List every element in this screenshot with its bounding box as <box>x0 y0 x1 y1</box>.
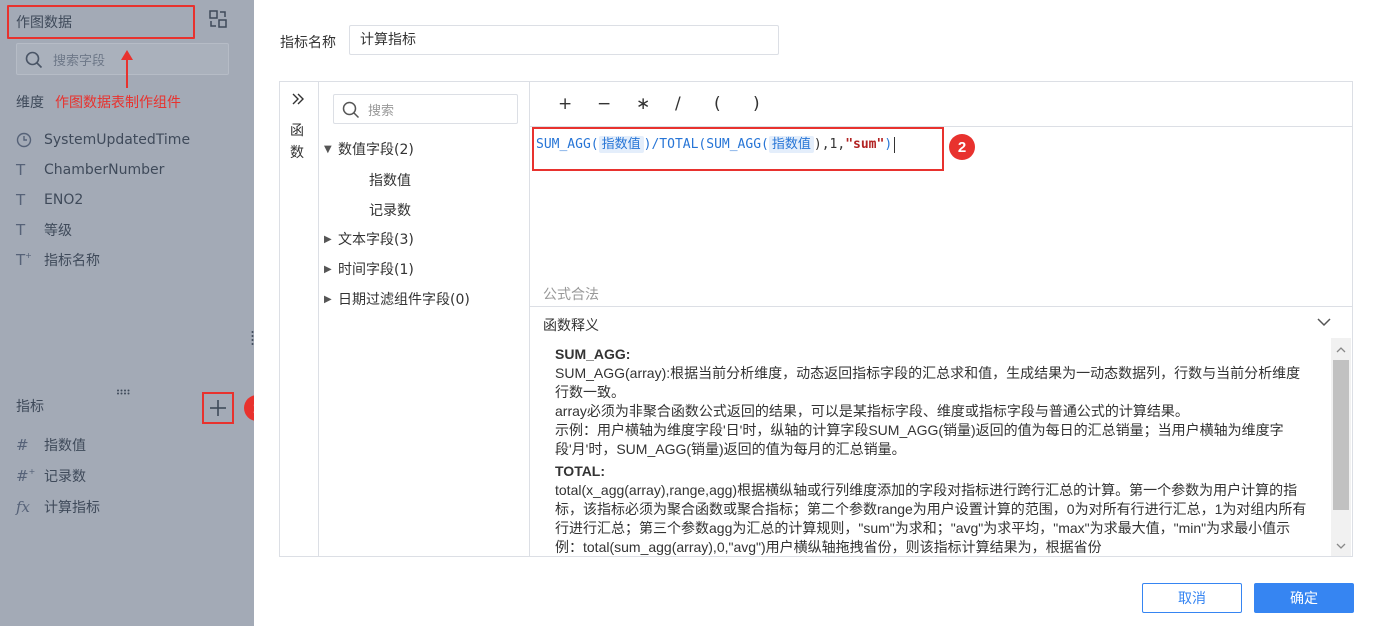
cancel-button[interactable]: 取消 <box>1142 583 1242 613</box>
text-type-icon: T <box>16 221 26 239</box>
search-placeholder: 搜索字段 <box>53 54 106 69</box>
calculated-measure-dialog: 指标名称 计算指标 函数 搜索 ▼ 数值字段(2) 指数值 记录数 ▶ 文本字段… <box>254 0 1378 626</box>
function-panel-toggle[interactable]: 函数 <box>280 82 319 556</box>
tree-item[interactable]: 记录数 <box>369 200 411 220</box>
annotation-arrow-icon <box>121 50 133 88</box>
dimension-item[interactable]: T 等级 <box>16 218 72 242</box>
dimension-item[interactable]: T + 指标名称 <box>16 248 100 272</box>
dimension-item[interactable]: SystemUpdatedTime <box>16 128 190 152</box>
measure-section-label: 指标 <box>16 399 44 415</box>
formula-input[interactable]: SUM_AGG(指数值)/TOTAL(SUM_AGG(指数值),1,"sum") <box>536 135 896 155</box>
measure-item[interactable]: # + 记录数 <box>16 464 86 488</box>
scrollbar-thumb[interactable] <box>1333 360 1349 510</box>
caret-right-icon: ▶ <box>324 263 332 275</box>
caret-down-icon: ▼ <box>324 143 332 155</box>
annotation-box-title <box>7 5 195 39</box>
annotation-text: 作图数据表制作组件 <box>55 95 181 111</box>
formula-area: + − ∗ / ( ) SUM_AGG(指数值)/TOTAL(SUM_AGG(指… <box>530 82 1352 556</box>
hash-icon: # <box>16 436 29 454</box>
add-measure-button[interactable] <box>202 392 234 424</box>
horizontal-resize-handle[interactable] <box>116 383 130 395</box>
caret-right-icon: ▶ <box>324 233 332 245</box>
text-type-icon: T <box>16 161 26 179</box>
operator-toolbar: + − ∗ / ( ) <box>558 94 792 114</box>
divider <box>530 306 1352 307</box>
hash-plus-icon: # + <box>16 467 36 485</box>
formula-field-token[interactable]: 指数值 <box>768 136 814 153</box>
text-cursor <box>894 136 896 153</box>
measure-name-input[interactable]: 计算指标 <box>349 25 779 55</box>
formula-editor: 函数 搜索 ▼ 数值字段(2) 指数值 记录数 ▶ 文本字段(3) ▶ 时间字段… <box>279 81 1353 557</box>
function-explanation-text: SUM_AGG: SUM_AGG(array):根据当前分析维度，动态返回指标字… <box>555 346 1307 555</box>
double-chevron-right-icon <box>291 92 305 110</box>
measure-item[interactable]: # 指数值 <box>16 433 86 457</box>
chevron-down-icon[interactable] <box>1316 314 1332 334</box>
dimension-item[interactable]: T ChamberNumber <box>16 158 164 182</box>
search-placeholder: 搜索 <box>368 104 395 119</box>
text-type-icon: T <box>16 191 26 209</box>
formula-valid-status: 公式合法 <box>543 287 599 303</box>
switch-dataset-icon[interactable] <box>208 9 228 29</box>
clock-icon <box>16 132 36 148</box>
dimension-item[interactable]: T ENO2 <box>16 188 83 212</box>
tree-group-numeric[interactable]: ▼ 数值字段(2) <box>324 138 414 160</box>
field-tree-search-input[interactable]: 搜索 <box>333 94 518 124</box>
operator-plus-button[interactable]: + <box>558 94 597 114</box>
operator-close-paren-button[interactable]: ) <box>753 94 792 114</box>
caret-right-icon: ▶ <box>324 293 332 305</box>
data-panel: 作图数据 搜索字段 作图数据表制作组件 维度 SystemUpdatedTime… <box>0 0 270 626</box>
tree-group-time[interactable]: ▶ 时间字段(1) <box>324 258 414 280</box>
operator-minus-button[interactable]: − <box>597 94 636 114</box>
measure-name-label: 指标名称 <box>280 35 336 51</box>
operator-divide-button[interactable]: / <box>675 94 714 114</box>
confirm-button[interactable]: 确定 <box>1254 583 1354 613</box>
measure-item[interactable]: fx 计算指标 <box>16 495 100 519</box>
function-explanation-title: 函数释义 <box>543 318 599 334</box>
annotation-marker-2: 2 <box>949 134 975 160</box>
function-label: 函数 <box>290 123 304 161</box>
explanation-scrollbar[interactable] <box>1331 338 1351 556</box>
tree-item[interactable]: 指数值 <box>369 170 411 190</box>
operator-open-paren-button[interactable]: ( <box>714 94 753 114</box>
dimension-section-label: 维度 <box>16 95 44 111</box>
formula-field-token[interactable]: 指数值 <box>598 136 644 153</box>
field-tree-panel: 搜索 ▼ 数值字段(2) 指数值 记录数 ▶ 文本字段(3) ▶ 时间字段(1)… <box>319 82 530 556</box>
plus-icon <box>210 400 226 416</box>
scroll-down-icon[interactable] <box>1336 538 1346 554</box>
tree-group-text[interactable]: ▶ 文本字段(3) <box>324 228 414 250</box>
search-icon <box>342 101 360 123</box>
text-type-plus-icon: T + <box>16 251 32 269</box>
scroll-up-icon[interactable] <box>1336 342 1346 358</box>
search-icon <box>25 51 43 73</box>
operator-multiply-button[interactable]: ∗ <box>636 94 675 114</box>
tree-group-date-filter[interactable]: ▶ 日期过滤组件字段(0) <box>324 288 470 310</box>
fx-icon: fx <box>16 498 31 516</box>
